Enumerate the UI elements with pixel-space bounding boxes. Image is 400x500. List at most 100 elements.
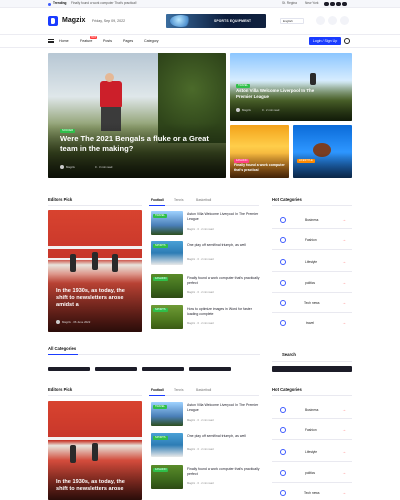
politics-icon (280, 280, 286, 286)
golfer-shirt (100, 81, 122, 107)
business-icon (280, 217, 286, 223)
tab-basketball[interactable]: Basketball (196, 388, 211, 392)
location-text: St. Regina (282, 1, 297, 5)
instagram-icon[interactable] (342, 1, 347, 6)
category-lifestyle[interactable]: Lifestyle (305, 260, 317, 264)
nav-item-home[interactable]: Home (59, 39, 69, 43)
account-icon[interactable] (344, 38, 350, 44)
lifestyle-icon (280, 259, 286, 265)
dark-mode-icon[interactable] (316, 16, 325, 25)
hero-main-meta: 0 · 3 min read (95, 165, 113, 169)
list-item-meta: Magzix · 0 · 2 min read (187, 322, 214, 325)
arrow-right-icon[interactable]: → (342, 427, 346, 432)
hero-top-right-author[interactable]: Magzix (242, 108, 251, 112)
facebook-icon[interactable] (324, 1, 329, 6)
arrow-right-icon[interactable]: → (342, 320, 346, 325)
row-divider (272, 292, 352, 293)
list-item-title[interactable]: One play off semifinal triumph, as well (187, 243, 261, 248)
category-business[interactable]: Business (305, 218, 318, 222)
arrow-right-icon[interactable]: → (342, 490, 346, 495)
arrow-right-icon[interactable]: → (342, 237, 346, 242)
list-item-tag[interactable]: FASHION (153, 275, 169, 281)
cart-icon[interactable] (340, 16, 349, 25)
editors-pick-2-divider (48, 395, 142, 396)
editors-pick-2-feature-title[interactable]: In the 1930s, as today, the shift to new… (56, 479, 138, 493)
search-input[interactable] (272, 366, 352, 372)
list-item-title[interactable]: Aston Villa Welcome Liverpool In The Pre… (187, 212, 261, 221)
list-item-tag[interactable]: TRAVEL (153, 403, 167, 409)
hero-main-image[interactable] (48, 53, 226, 178)
search-title: Search (282, 352, 296, 357)
arrow-right-icon[interactable]: → (342, 449, 346, 454)
category-politics[interactable]: politics (305, 471, 315, 475)
row-divider (272, 439, 352, 440)
list-item-meta: Magzix · 0 · 2 min read (187, 448, 214, 451)
arrow-right-icon[interactable]: → (342, 470, 346, 475)
nav-item-posts[interactable]: Posts (103, 39, 112, 43)
arrow-right-icon[interactable]: → (342, 300, 346, 305)
search-divider (272, 361, 352, 362)
editors-pick-feature-image[interactable] (48, 210, 142, 332)
twitter-icon[interactable] (330, 1, 335, 6)
language-select[interactable]: English (280, 18, 304, 24)
nav-item-pages[interactable]: Pages (123, 39, 133, 43)
tab-tennis[interactable]: Tennis (174, 388, 184, 392)
tab-basketball[interactable]: Basketball (196, 198, 211, 202)
category-fashion[interactable]: Fashion (305, 238, 317, 242)
category-lifestyle[interactable]: Lifestyle (305, 450, 317, 454)
hero-bottom-right-tag[interactable]: LIFESTYLE (297, 157, 315, 163)
active-tab-indicator (149, 205, 165, 206)
nav-hot-badge: HOT (90, 36, 98, 39)
tab-tennis[interactable]: Tennis (174, 198, 184, 202)
list-item-title[interactable]: Aston Villa Welcome Liverpool In The Pre… (187, 403, 261, 412)
runner-figure (92, 443, 98, 461)
hero-bottom-left-title[interactable]: Finally found a work computer that's pra… (234, 163, 288, 172)
list-item-tag[interactable]: SPORTS (153, 242, 168, 248)
list-item-title[interactable]: How to optimize images in Word for faste… (187, 307, 261, 316)
tab-football[interactable]: Football (151, 198, 164, 202)
category-travel[interactable]: travel (306, 321, 314, 325)
list-item-meta: Magzix · 0 · 2 min read (187, 482, 214, 485)
category-card[interactable] (189, 367, 231, 371)
nav-item-category[interactable]: Category (144, 39, 159, 43)
arrow-right-icon[interactable]: → (342, 259, 346, 264)
tab-football[interactable]: Football (151, 388, 164, 392)
linkedin-icon[interactable] (336, 1, 341, 6)
category-card[interactable] (142, 367, 184, 371)
hero-bottom-right-image[interactable] (293, 125, 352, 178)
list-item-tag[interactable]: SPORTS (153, 306, 168, 312)
category-fashion[interactable]: Fashion (305, 428, 317, 432)
row-divider (272, 418, 352, 419)
search-icon[interactable] (328, 16, 337, 25)
nav-item-feature[interactable]: Feature (80, 39, 92, 43)
trending-headline[interactable]: Finally found a work computer That's pra… (71, 1, 137, 5)
login-button[interactable]: Login / Sign Up (309, 37, 341, 45)
logo-icon[interactable] (48, 16, 58, 26)
tech-news-icon (280, 490, 286, 496)
hero-main-author[interactable]: Magzix (66, 165, 75, 169)
category-card[interactable] (48, 367, 90, 371)
lifestyle-icon (280, 449, 286, 455)
list-item-tag[interactable]: SPORTS (153, 434, 168, 440)
list-item-tag[interactable]: FASHION (153, 466, 169, 472)
arrow-right-icon[interactable]: → (342, 280, 346, 285)
list-item-title[interactable]: Finally found a work computer that's pra… (187, 276, 261, 285)
category-card[interactable] (95, 367, 137, 371)
politics-icon (280, 470, 286, 476)
hero-main-title[interactable]: Were The 2021 Bengals a fluke or a Great… (60, 134, 210, 153)
list-item-title[interactable]: Finally found a work computer that's pra… (187, 467, 261, 476)
category-politics[interactable]: politics (305, 281, 315, 285)
hero-main-tag[interactable]: SOCCER (60, 127, 76, 133)
arrow-right-icon[interactable]: → (342, 407, 346, 412)
row-divider (272, 249, 352, 250)
logo-text[interactable]: Magzix (62, 17, 85, 24)
list-item-title[interactable]: One play off semifinal triumph, as well (187, 434, 261, 439)
category-business[interactable]: Business (305, 408, 318, 412)
hero-top-right-title[interactable]: Aston Villa Welcome Liverpool In The Pre… (236, 88, 331, 99)
list-item-tag[interactable]: TRAVEL (153, 212, 167, 218)
editors-pick-feature-title[interactable]: In the 1930s, as today, the shift to new… (56, 288, 138, 310)
category-tech-news[interactable]: Tech news (304, 491, 320, 495)
category-tech-news[interactable]: Tech news (304, 301, 320, 305)
active-tab-indicator (149, 395, 165, 396)
arrow-right-icon[interactable]: → (342, 217, 346, 222)
